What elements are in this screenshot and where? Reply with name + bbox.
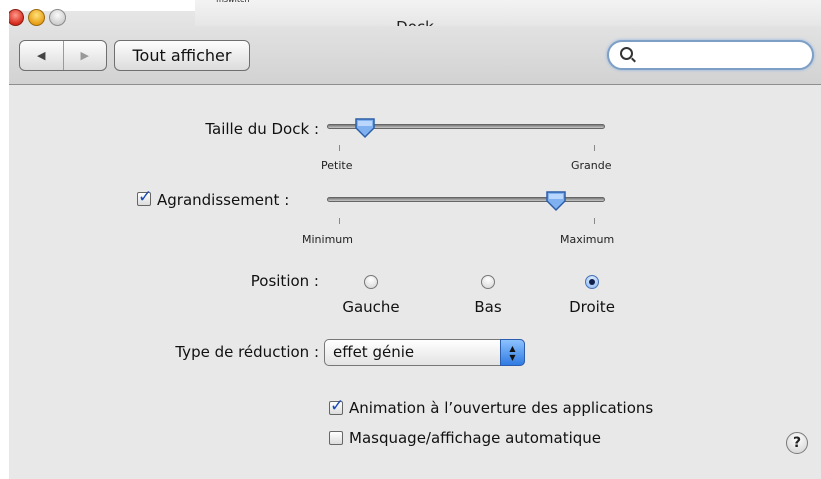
position-bottom-label: Bas — [474, 298, 502, 316]
menu-snippet: fnswitch — [216, 0, 249, 4]
launch-animation-label: Animation à l’ouverture des applications — [349, 399, 654, 417]
updown-arrows-icon: ▲ ▼ — [500, 339, 525, 366]
dock-size-slider-thumb[interactable] — [354, 117, 376, 139]
autohide-label: Masquage/affichage automatique — [349, 429, 601, 447]
position-right-radio[interactable] — [585, 275, 599, 289]
launch-animation-checkbox[interactable]: ✓ — [329, 397, 344, 415]
magnification-tick-min — [339, 218, 340, 224]
search-input[interactable] — [639, 46, 803, 63]
position-label: Position : — [250, 272, 319, 290]
magnification-label: Agrandissement : — [157, 191, 290, 209]
minimize-effect-label: Type de réduction : — [175, 343, 319, 361]
back-forward-group: ◀ ▶ — [19, 40, 107, 71]
minimize-effect-popup[interactable]: effet génie ▲ ▼ — [324, 339, 525, 366]
dock-size-tick-min — [339, 145, 340, 151]
minimize-effect-value: effet génie — [333, 343, 415, 361]
back-button[interactable]: ◀ — [20, 41, 64, 70]
search-field[interactable] — [607, 40, 814, 70]
toolbar: fnswitch Dock ◀ ▶ Tout afficher — [9, 0, 821, 85]
dock-size-min-label: Petite — [321, 159, 353, 172]
autohide-checkbox[interactable]: ✓ — [329, 431, 343, 445]
checkmark-icon: ✓ — [138, 187, 153, 207]
back-arrow-icon: ◀ — [37, 49, 46, 62]
position-bottom-radio[interactable] — [481, 275, 495, 289]
zoom-button[interactable] — [49, 9, 66, 26]
preferences-pane: Taille du Dock : Petite Grande ✓ Agrandi… — [9, 85, 821, 479]
magnification-max-label: Maximum — [560, 233, 615, 246]
position-right-label: Droite — [569, 298, 615, 316]
position-left-label: Gauche — [342, 298, 400, 316]
dock-size-tick-max — [594, 145, 595, 151]
minimize-button[interactable] — [28, 9, 45, 26]
forward-arrow-icon: ▶ — [80, 49, 89, 62]
checkmark-icon: ✓ — [330, 396, 345, 416]
dock-size-max-label: Grande — [571, 159, 612, 172]
window-title: Dock — [9, 16, 821, 26]
magnification-checkbox[interactable]: ✓ — [137, 188, 152, 206]
magnification-slider-thumb[interactable] — [545, 190, 567, 212]
menu-strip — [9, 0, 821, 26]
forward-button[interactable]: ▶ — [64, 41, 107, 70]
dock-size-label: Taille du Dock : — [205, 120, 319, 138]
window: fnswitch Dock ◀ ▶ Tout afficher Taille d… — [9, 0, 821, 479]
position-left-radio[interactable] — [364, 275, 378, 289]
search-icon — [620, 47, 633, 60]
show-all-button[interactable]: Tout afficher — [114, 40, 250, 71]
help-button[interactable]: ? — [786, 432, 808, 454]
magnification-tick-max — [594, 218, 595, 224]
magnification-min-label: Minimum — [302, 233, 353, 246]
